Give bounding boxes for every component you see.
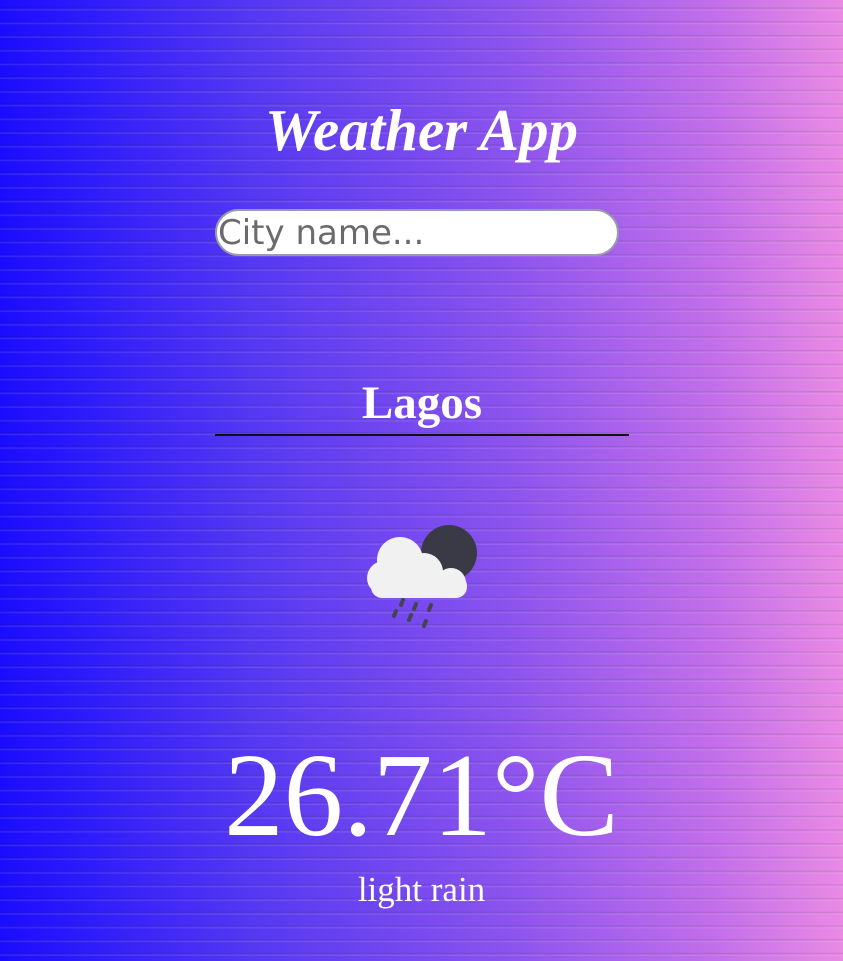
temperature-value: 26.71°C — [224, 729, 619, 861]
app-title: Weather App — [264, 97, 579, 163]
city-search-input[interactable] — [215, 209, 619, 256]
weather-description: light rain — [357, 870, 486, 909]
city-name: Lagos — [361, 377, 483, 429]
rain-cloud-night-icon — [367, 525, 477, 628]
city-heading: Lagos — [215, 375, 629, 436]
